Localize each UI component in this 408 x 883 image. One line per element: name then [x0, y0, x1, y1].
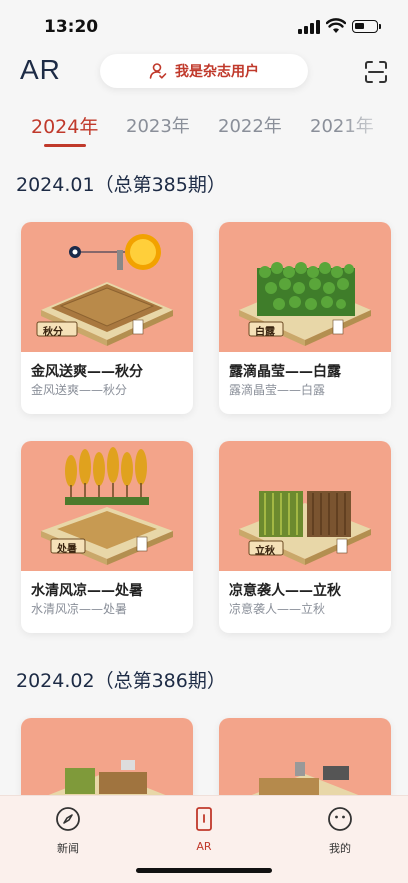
nav-news[interactable]: 新闻	[38, 806, 98, 856]
plaque-label: 白露	[255, 327, 275, 338]
active-tab-indicator	[44, 144, 86, 147]
ar-card-icon	[196, 807, 212, 831]
card-thumbnail: 秋分	[21, 222, 193, 352]
card-title: 凉意袭人——立秋	[229, 583, 341, 599]
plaque-label: 秋分	[43, 327, 63, 338]
issue-title: 2024.02（总第386期）	[16, 670, 226, 692]
page-title: AR	[20, 54, 61, 85]
nav-label: 我的	[329, 842, 351, 855]
card-subtitle: 露滴晶莹——白露	[229, 383, 326, 397]
tab-2024[interactable]: 2024年	[31, 112, 98, 139]
wifi-icon	[326, 18, 346, 33]
app-header: AR 我是杂志用户	[0, 50, 408, 94]
nav-mine[interactable]: 我的	[310, 806, 370, 856]
card-subtitle: 凉意袭人——立秋	[229, 602, 326, 616]
status-bar: 13:20	[0, 0, 408, 50]
battery-icon	[352, 20, 378, 33]
user-check-icon	[149, 63, 167, 79]
card-title: 金风送爽——秋分	[31, 364, 143, 380]
home-indicator	[136, 868, 272, 873]
tab-2022[interactable]: 2022年	[218, 112, 282, 138]
card-thumbnail: 白露	[219, 222, 391, 352]
scan-icon[interactable]	[364, 60, 388, 84]
cellular-signal-icon	[298, 20, 320, 34]
plaque-label: 立秋	[255, 546, 275, 557]
ar-card[interactable]: 处暑 水清风凉——处暑 水清风凉——处暑	[21, 441, 193, 633]
nav-label: 新闻	[57, 842, 79, 855]
ar-card[interactable]: 白露 露滴晶莹——白露 露滴晶莹——白露	[219, 222, 391, 414]
ar-card[interactable]: 秋分 金风送爽——秋分 金风送爽——秋分	[21, 222, 193, 414]
magazine-user-button[interactable]: 我是杂志用户	[100, 54, 308, 88]
card-subtitle: 金风送爽——秋分	[31, 383, 128, 397]
status-time: 13:20	[44, 17, 99, 37]
card-title: 水清风凉——处暑	[31, 583, 143, 599]
card-thumbnail: 处暑	[21, 441, 193, 571]
battery-cap	[379, 24, 381, 29]
plaque-label: 处暑	[57, 544, 77, 555]
card-title: 露滴晶莹——白露	[229, 364, 341, 380]
smile-icon	[328, 807, 352, 831]
card-thumbnail: 立秋	[219, 441, 391, 571]
ar-card[interactable]: 立秋 凉意袭人——立秋 凉意袭人——立秋	[219, 441, 391, 633]
tab-2023[interactable]: 2023年	[126, 112, 190, 138]
nav-label: AR	[196, 840, 212, 853]
year-tabs: 2024年 2023年 2022年 2021年	[0, 112, 408, 152]
issue-title: 2024.01（总第385期）	[16, 174, 226, 196]
compass-icon	[56, 807, 80, 831]
nav-ar[interactable]: AR	[174, 806, 234, 853]
tabs-fade	[338, 112, 408, 142]
card-subtitle: 水清风凉——处暑	[31, 602, 128, 616]
magazine-user-label: 我是杂志用户	[175, 64, 259, 80]
